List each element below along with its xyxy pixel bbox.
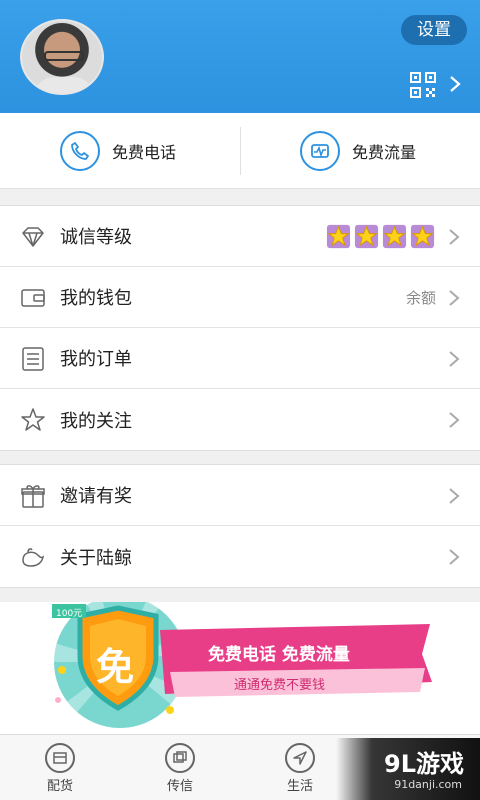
- menu-item-credit-level[interactable]: 诚信等级: [0, 206, 480, 267]
- free-call-label: 免费电话: [112, 143, 177, 162]
- credit-level-label: 诚信等级: [60, 227, 132, 248]
- chevron-right-icon: [449, 229, 460, 245]
- star-icon: [410, 224, 435, 249]
- menu-group-account: 诚信等级 我的钱包 余额 我的订单 我的关注: [0, 205, 480, 451]
- wallet-balance-label: 余额: [405, 288, 436, 307]
- avatar-glasses: [44, 51, 84, 61]
- watermark-url: 91danji.com: [394, 778, 462, 791]
- free-call-button[interactable]: 免费电话: [60, 113, 176, 189]
- gift-icon: [21, 485, 45, 508]
- menu-group-other: 邀请有奖 关于陆鲸: [0, 464, 480, 588]
- menu-item-about[interactable]: 关于陆鲸: [0, 526, 480, 587]
- menu-item-invite[interactable]: 邀请有奖: [0, 465, 480, 526]
- navigate-icon: [285, 743, 315, 773]
- star-icon: [382, 224, 407, 249]
- menu-item-following[interactable]: 我的关注: [0, 389, 480, 450]
- wallet-icon: [21, 289, 45, 307]
- tab-message[interactable]: 传信: [120, 735, 240, 800]
- chevron-right-icon: [449, 412, 460, 428]
- chevron-right-icon: [449, 488, 460, 504]
- cargo-icon: [45, 743, 75, 773]
- menu-item-wallet[interactable]: 我的钱包 余额: [0, 267, 480, 328]
- star-icon: [354, 224, 379, 249]
- orders-label: 我的订单: [60, 349, 132, 370]
- profile-header: 设置: [0, 0, 480, 113]
- traffic-icon: [300, 131, 340, 171]
- promo-banner[interactable]: 免 100元 免费电话 免费流量 通通免费不要钱: [0, 592, 480, 734]
- avatar[interactable]: [20, 19, 104, 95]
- qr-chevron-icon[interactable]: [448, 74, 462, 94]
- avatar-shirt: [34, 77, 94, 93]
- tab-cargo[interactable]: 配货: [0, 735, 120, 800]
- quick-divider: [240, 127, 241, 175]
- free-traffic-button[interactable]: 免费流量: [300, 113, 416, 189]
- star-icon: [326, 224, 351, 249]
- about-label: 关于陆鲸: [60, 547, 132, 569]
- star-outline-icon: [21, 408, 45, 431]
- quick-actions: 免费电话 免费流量: [0, 113, 480, 189]
- credit-stars: [325, 223, 436, 250]
- wallet-label: 我的钱包: [60, 288, 132, 309]
- phone-icon: [60, 131, 100, 171]
- watermark: 9L游戏 91danji.com: [336, 738, 480, 800]
- order-list-icon: [22, 347, 44, 371]
- settings-button[interactable]: 设置: [401, 15, 467, 45]
- qr-code-icon[interactable]: [410, 72, 436, 98]
- message-icon: [165, 743, 195, 773]
- watermark-title: 9L游戏: [384, 750, 464, 778]
- following-label: 我的关注: [60, 410, 132, 432]
- whale-icon: [22, 548, 45, 567]
- tab-message-label: 传信: [166, 779, 193, 794]
- chevron-right-icon: [449, 290, 460, 306]
- promo-banner-art: [40, 592, 432, 732]
- banner-subtitle: 通通免费不要钱: [234, 678, 326, 693]
- banner-title: 免费电话 免费流量: [208, 645, 350, 665]
- banner-corner-label: 100元: [56, 609, 83, 619]
- free-traffic-label: 免费流量: [352, 143, 417, 162]
- invite-label: 邀请有奖: [60, 486, 132, 507]
- chevron-right-icon: [449, 351, 460, 367]
- tab-cargo-label: 配货: [46, 779, 73, 794]
- menu-item-orders[interactable]: 我的订单: [0, 328, 480, 389]
- chevron-right-icon: [449, 549, 460, 565]
- diamond-icon: [22, 227, 44, 247]
- banner-badge: 免: [96, 645, 135, 689]
